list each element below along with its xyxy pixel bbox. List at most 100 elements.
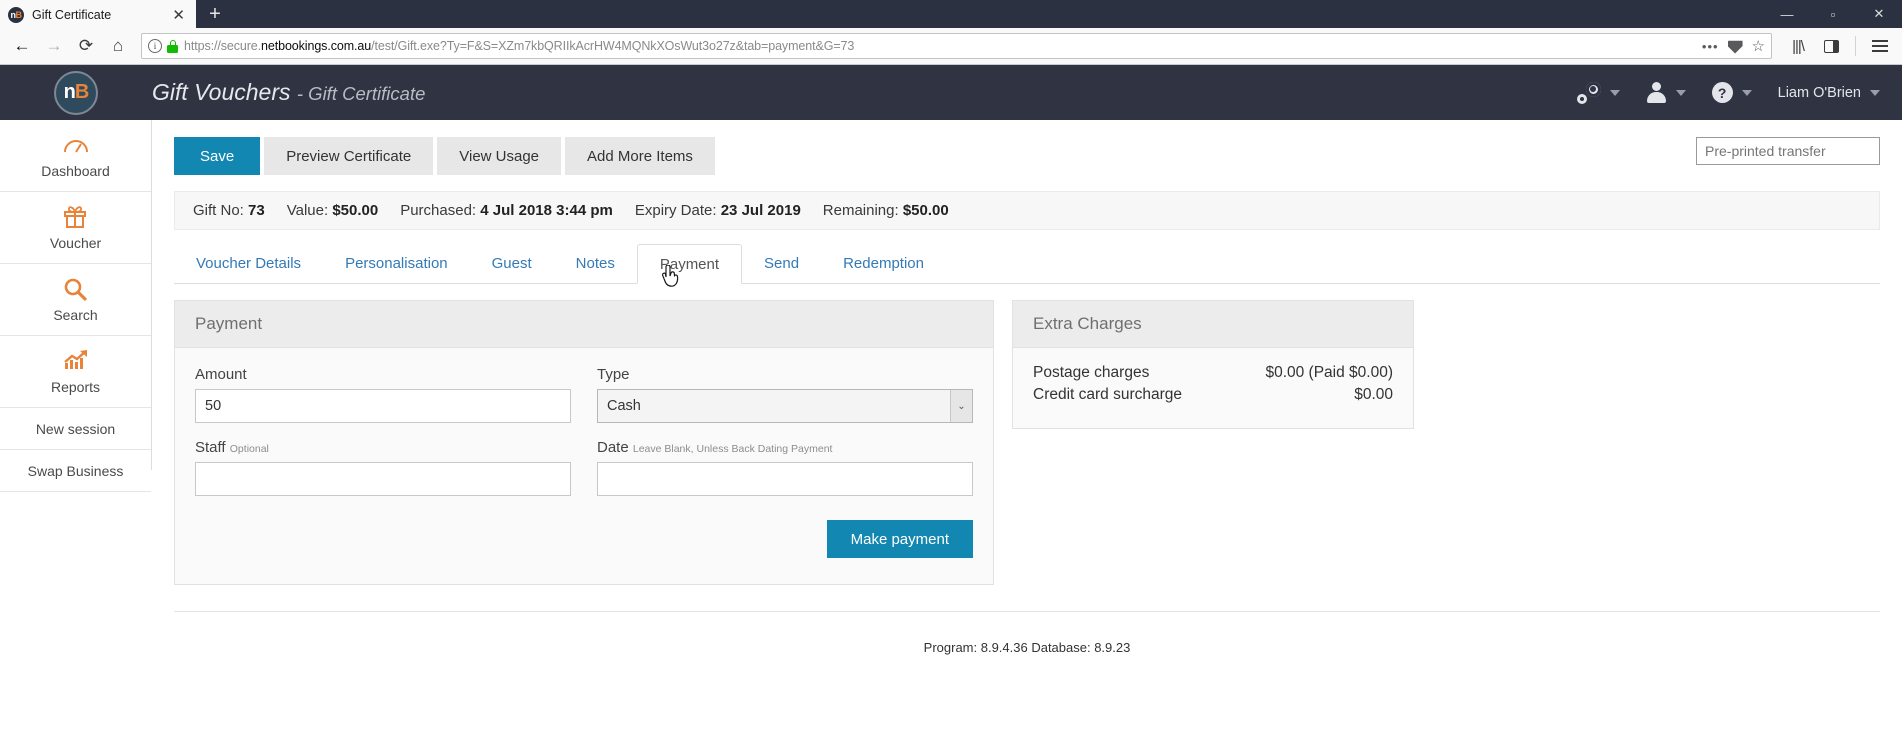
url-prefix: https://secure. bbox=[184, 39, 262, 53]
browser-tab[interactable]: nB Gift Certificate ✕ bbox=[0, 0, 196, 28]
summary-value: $50.00 bbox=[332, 202, 379, 219]
browser-window: nB Gift Certificate ✕ + — ▫ ✕ ← → ⟳ ⌂ i … bbox=[0, 0, 1902, 743]
amount-field-group: Amount bbox=[195, 366, 571, 423]
sidebar-item-label: Search bbox=[53, 306, 98, 323]
gears-icon bbox=[1576, 81, 1601, 104]
date-input[interactable] bbox=[597, 462, 973, 496]
dashboard-gauge-icon bbox=[63, 133, 89, 157]
app-body: Dashboard Voucher Search Reports New ses… bbox=[0, 120, 1902, 743]
chevron-down-icon bbox=[1870, 89, 1880, 96]
site-identity[interactable]: i bbox=[148, 39, 178, 53]
maximize-icon[interactable]: ▫ bbox=[1810, 0, 1856, 28]
make-payment-button[interactable]: Make payment bbox=[826, 520, 973, 558]
minimize-icon[interactable]: — bbox=[1764, 0, 1810, 28]
date-field-group: Date Leave Blank, Unless Back Dating Pay… bbox=[597, 439, 973, 496]
staff-label-text: Staff bbox=[195, 439, 226, 456]
url-text: https://secure.netbookings.com.au/test/G… bbox=[184, 39, 1690, 53]
window-controls: — ▫ ✕ bbox=[1732, 0, 1902, 28]
payment-card-body: Amount Type Cash ⌄ bbox=[175, 348, 993, 584]
charge-row: Credit card surcharge $0.00 bbox=[1033, 384, 1393, 406]
page-title-sub: - Gift Certificate bbox=[296, 83, 426, 104]
help-menu[interactable]: ? bbox=[1711, 82, 1752, 103]
section-tabs: Voucher Details Personalisation Guest No… bbox=[174, 243, 1880, 287]
url-suffix: /test/Gift.exe?Ty=F&S=XZm7kbQRIIkAcrHW4M… bbox=[371, 39, 855, 53]
web-page: nB Gift Vouchers - Gift Certificate ? Li… bbox=[0, 65, 1902, 743]
tab-guest[interactable]: Guest bbox=[470, 243, 554, 283]
home-icon[interactable]: ⌂ bbox=[103, 31, 133, 61]
summary-key: Value: bbox=[286, 202, 329, 219]
browser-tab-title: Gift Certificate bbox=[32, 8, 112, 22]
library-icon[interactable]: |||\ bbox=[1784, 38, 1812, 55]
user-menu[interactable] bbox=[1646, 82, 1686, 103]
sidebar-item-swap-business[interactable]: Swap Business bbox=[0, 450, 151, 492]
summary-item: Gift No: 73 bbox=[193, 202, 265, 219]
back-icon[interactable]: ← bbox=[7, 31, 37, 61]
charge-row: Postage charges $0.00 (Paid $0.00) bbox=[1033, 362, 1393, 384]
forward-icon[interactable]: → bbox=[39, 31, 69, 61]
sidebar: Dashboard Voucher Search Reports New ses… bbox=[0, 120, 152, 492]
sidebar-item-voucher[interactable]: Voucher bbox=[0, 192, 151, 264]
save-button[interactable]: Save bbox=[174, 137, 261, 175]
tab-panels: Payment Amount Type bbox=[174, 284, 1880, 585]
type-field-group: Type Cash ⌄ bbox=[597, 366, 973, 423]
pre-printed-transfer-input[interactable] bbox=[1696, 137, 1880, 165]
summary-key: Remaining: bbox=[822, 202, 899, 219]
date-label-text: Date bbox=[597, 439, 629, 456]
tab-personalisation[interactable]: Personalisation bbox=[323, 243, 470, 283]
app-logo-wrap[interactable]: nB bbox=[0, 70, 152, 115]
url-bar[interactable]: i https://secure.netbookings.com.au/test… bbox=[141, 33, 1772, 59]
header-right-menu: ? Liam O'Brien bbox=[1576, 65, 1880, 120]
sidebar-item-search[interactable]: Search bbox=[0, 264, 151, 336]
staff-input[interactable] bbox=[195, 462, 571, 496]
staff-label-hint: Optional bbox=[229, 443, 269, 455]
navbar-divider bbox=[1855, 36, 1856, 56]
sidebar-toggle-icon[interactable] bbox=[1816, 31, 1846, 61]
summary-value: $50.00 bbox=[902, 202, 949, 219]
help-icon: ? bbox=[1711, 82, 1733, 103]
preview-certificate-button[interactable]: Preview Certificate bbox=[264, 137, 434, 175]
tab-redemption[interactable]: Redemption bbox=[821, 243, 946, 283]
tab-notes[interactable]: Notes bbox=[554, 243, 637, 283]
logo-letter-n: n bbox=[63, 81, 76, 103]
sidebar-item-new-session[interactable]: New session bbox=[0, 408, 151, 450]
browser-navbar: ← → ⟳ ⌂ i https://secure.netbookings.com… bbox=[0, 28, 1902, 65]
new-tab-button[interactable]: + bbox=[196, 0, 234, 28]
lock-icon bbox=[167, 39, 178, 53]
amount-input[interactable] bbox=[195, 389, 571, 423]
page-info-icon[interactable]: i bbox=[148, 39, 162, 53]
app-header: nB Gift Vouchers - Gift Certificate ? Li… bbox=[0, 65, 1902, 120]
main-content: Save Preview Certificate View Usage Add … bbox=[152, 120, 1902, 743]
pocket-icon[interactable] bbox=[1727, 40, 1743, 54]
account-name: Liam O'Brien bbox=[1777, 84, 1861, 101]
navbar-right-tools: |||\ bbox=[1780, 31, 1895, 61]
tab-voucher-details[interactable]: Voucher Details bbox=[174, 243, 323, 283]
add-more-items-button[interactable]: Add More Items bbox=[565, 137, 715, 175]
close-tab-icon[interactable]: ✕ bbox=[169, 8, 188, 23]
settings-menu[interactable] bbox=[1576, 81, 1620, 104]
payment-button-row: Make payment bbox=[195, 520, 973, 558]
reload-icon[interactable]: ⟳ bbox=[71, 31, 101, 61]
close-window-icon[interactable]: ✕ bbox=[1856, 0, 1902, 28]
summary-item: Remaining: $50.00 bbox=[823, 202, 949, 219]
user-icon bbox=[1646, 82, 1667, 103]
menu-hamburger-icon[interactable] bbox=[1865, 31, 1895, 61]
type-label: Type bbox=[597, 366, 630, 383]
summary-key: Purchased: bbox=[400, 202, 477, 219]
payment-type-select[interactable]: Cash bbox=[597, 389, 973, 423]
sidebar-item-reports[interactable]: Reports bbox=[0, 336, 151, 408]
bookmark-star-icon[interactable]: ☆ bbox=[1752, 37, 1765, 55]
tab-payment[interactable]: Payment bbox=[636, 244, 743, 287]
mouse-cursor-icon bbox=[661, 265, 679, 287]
date-label: Date Leave Blank, Unless Back Dating Pay… bbox=[597, 439, 973, 456]
sidebar-item-label: Voucher bbox=[49, 234, 102, 251]
page-title-main: Gift Vouchers bbox=[152, 79, 291, 105]
payment-form-row-2: Staff Optional Date Leave Blank, Unless … bbox=[195, 439, 973, 496]
account-menu[interactable]: Liam O'Brien bbox=[1778, 85, 1880, 101]
sidebar-item-dashboard[interactable]: Dashboard bbox=[0, 120, 151, 192]
app-footer: Program: 8.9.4.36 Database: 8.9.23 bbox=[923, 640, 1131, 655]
page-actions-icon[interactable]: ••• bbox=[1702, 39, 1719, 54]
tab-send[interactable]: Send bbox=[742, 243, 821, 283]
view-usage-button[interactable]: View Usage bbox=[437, 137, 562, 175]
payment-form-row-1: Amount Type Cash ⌄ bbox=[195, 366, 973, 423]
summary-key: Expiry Date: bbox=[634, 202, 717, 219]
